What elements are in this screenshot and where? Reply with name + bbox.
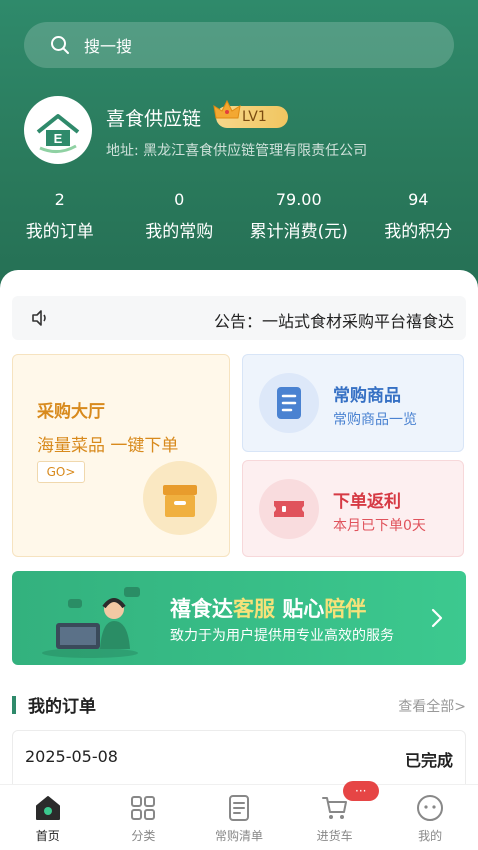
notice-bar[interactable]: 公告：一站式食材采购平台禧食达 bbox=[12, 296, 466, 340]
tab-cart[interactable]: ··· 进货车 bbox=[287, 781, 383, 850]
shop-address: 地址: 黑龙江喜食供应链管理有限责任公司 bbox=[106, 143, 368, 159]
tab-label: 进货车 bbox=[316, 829, 353, 843]
order-status: 已完成 bbox=[404, 751, 453, 770]
section-accent-bar bbox=[12, 695, 16, 714]
orders-section-header: 我的订单 bbox=[12, 692, 96, 717]
shop-logo-icon: E bbox=[36, 114, 80, 153]
order-card[interactable]: 2025-05-08 已完成 bbox=[12, 730, 466, 790]
stat-label: 我的订单 bbox=[25, 222, 94, 242]
stat-value: 79.00 bbox=[275, 190, 322, 209]
level-label: LV1 bbox=[242, 109, 267, 125]
customer-service-banner[interactable]: 禧食达客服 贴心陪伴 致力于为用户提供用专业高效的服务 bbox=[12, 571, 466, 665]
purchase-hall-subtitle: 海量菜品 一键下单 bbox=[37, 436, 179, 456]
speaker-icon bbox=[32, 310, 46, 326]
stats-row: 2 我的订单 0 我的常购 79.00 累计消费(元) 94 我的积分 bbox=[0, 190, 478, 242]
banner-headline: 禧食达客服 贴心陪伴 bbox=[170, 593, 366, 623]
banner-brand: 禧食达 bbox=[170, 597, 233, 621]
purchase-hall-card[interactable]: 采购大厅 海量菜品 一键下单 GO> bbox=[12, 354, 230, 557]
search-bar[interactable]: 搜一搜 bbox=[24, 22, 454, 68]
banner-service: 客服 bbox=[233, 597, 275, 621]
customer-service-illustration bbox=[42, 587, 140, 658]
face-icon bbox=[417, 795, 444, 821]
ticket-icon bbox=[259, 479, 319, 539]
box-icon bbox=[143, 461, 217, 535]
stat-value: 94 bbox=[408, 190, 429, 209]
list-icon bbox=[228, 795, 249, 821]
banner-subtitle: 致力于为用户提供用专业高效的服务 bbox=[170, 628, 394, 644]
tab-category[interactable]: 分类 bbox=[96, 785, 192, 850]
frequent-goods-title: 常购商品 bbox=[333, 386, 401, 406]
tab-label: 分类 bbox=[131, 829, 156, 843]
tab-label: 首页 bbox=[35, 829, 60, 843]
stat-label: 我的常购 bbox=[145, 222, 214, 242]
go-button[interactable]: GO> bbox=[37, 461, 85, 483]
crown-icon bbox=[213, 99, 241, 119]
banner-gap: 贴心 bbox=[282, 597, 325, 621]
search-icon bbox=[51, 36, 69, 54]
stat-points[interactable]: 94 我的积分 bbox=[359, 190, 478, 242]
stat-orders[interactable]: 2 我的订单 bbox=[0, 190, 120, 242]
search-placeholder: 搜一搜 bbox=[84, 37, 133, 56]
notice-text: 公告：一站式食材采购平台禧食达 bbox=[214, 312, 455, 331]
stat-spending[interactable]: 79.00 累计消费(元) bbox=[239, 190, 359, 242]
orders-section-title: 我的订单 bbox=[28, 697, 96, 717]
order-rebate-subtitle: 本月已下单0天 bbox=[333, 518, 426, 534]
notebook-icon bbox=[259, 373, 319, 433]
view-all-link[interactable]: 查看全部> bbox=[398, 696, 466, 716]
purchase-hall-title: 采购大厅 bbox=[37, 402, 105, 422]
tab-frequent-list[interactable]: 常购清单 bbox=[191, 785, 287, 850]
cart-badge: ··· bbox=[342, 781, 379, 801]
tab-mine[interactable]: 我的 bbox=[382, 785, 478, 850]
tab-label: 常购清单 bbox=[214, 829, 263, 843]
chevron-right-icon bbox=[431, 608, 443, 628]
grid-icon bbox=[131, 796, 156, 820]
home-icon bbox=[35, 796, 60, 820]
frequent-goods-subtitle: 常购商品一览 bbox=[333, 412, 417, 428]
shop-avatar[interactable]: E bbox=[24, 96, 92, 164]
order-rebate-title: 下单返利 bbox=[333, 492, 401, 512]
stat-label: 我的积分 bbox=[384, 222, 453, 242]
frequent-goods-card[interactable]: 常购商品 常购商品一览 bbox=[242, 354, 464, 452]
banner-companion: 陪伴 bbox=[324, 597, 367, 621]
tab-home[interactable]: 首页 bbox=[0, 785, 96, 850]
stat-value: 2 bbox=[54, 190, 65, 209]
stat-frequent[interactable]: 0 我的常购 bbox=[120, 190, 240, 242]
order-date: 2025-05-08 bbox=[25, 747, 118, 766]
stat-label: 累计消费(元) bbox=[249, 222, 348, 242]
svg-text:E: E bbox=[54, 131, 63, 146]
tab-label: 我的 bbox=[418, 829, 443, 843]
bottom-tab-bar: 首页 分类 常购清单 ··· 进货车 我的 bbox=[0, 781, 478, 850]
shop-name: 喜食供应链 bbox=[106, 108, 202, 130]
stat-value: 0 bbox=[174, 190, 185, 209]
order-rebate-card[interactable]: 下单返利 本月已下单0天 bbox=[242, 460, 464, 557]
